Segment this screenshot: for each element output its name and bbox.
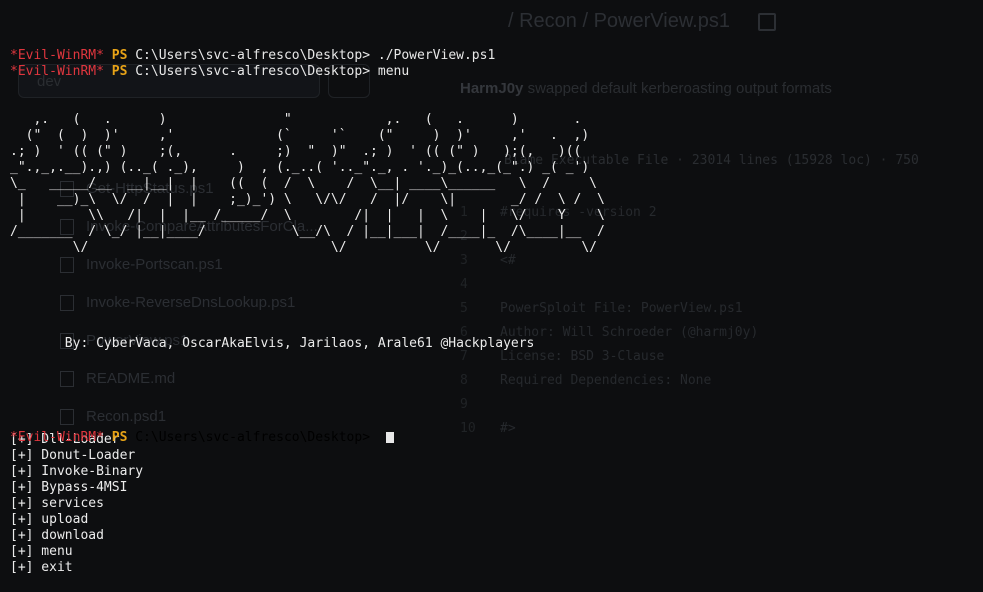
copy-icon <box>758 13 776 31</box>
command-line: *Evil-WinRM* PS C:\Users\svc-alfresco\De… <box>10 64 605 80</box>
terminal[interactable]: *Evil-WinRM* PS C:\Users\svc-alfresco\De… <box>10 16 605 592</box>
prompt-name: *Evil-WinRM* <box>10 430 104 445</box>
prompt-ps: PS <box>111 430 128 445</box>
menu-item: [+] menu <box>10 544 73 559</box>
prompt-name: *Evil-WinRM* <box>10 64 104 79</box>
command-text: menu <box>377 64 410 79</box>
menu-item: [+] Invoke-Binary <box>10 464 144 479</box>
menu-item: [+] services <box>10 496 104 511</box>
prompt-name: *Evil-WinRM* <box>10 48 104 63</box>
command-history: *Evil-WinRM* PS C:\Users\svc-alfresco\De… <box>10 48 605 80</box>
command-line: *Evil-WinRM* PS C:\Users\svc-alfresco\De… <box>10 48 605 64</box>
menu-item: [+] download <box>10 528 104 543</box>
menu-item: [+] upload <box>10 512 89 527</box>
evil-winrm-banner: ,. ( . ) " ,. ( . ) . (" ( ) )' ,' (` '`… <box>10 112 605 255</box>
command-text: ./PowerView.ps1 <box>377 48 496 63</box>
menu-item: [+] Donut-Loader <box>10 448 136 463</box>
menu-item: [+] exit <box>10 560 73 575</box>
menu-list: [+] Dll-Loader [+] Donut-Loader [+] Invoke… <box>10 432 605 576</box>
prompt-path: C:\Users\svc-alfresco\Desktop> <box>135 48 371 63</box>
current-prompt[interactable]: *Evil-WinRM* PS C:\Users\svc-alfresco\De… <box>10 430 378 446</box>
prompt-ps: PS <box>111 48 128 63</box>
prompt-path: C:\Users\svc-alfresco\Desktop> <box>135 64 371 79</box>
prompt-ps: PS <box>111 64 128 79</box>
text-cursor <box>386 432 394 443</box>
banner-credits: By: CyberVaca, OscarAkaElvis, Jarilaos, … <box>10 336 535 351</box>
prompt-path: C:\Users\svc-alfresco\Desktop> <box>135 430 378 445</box>
menu-item: [+] Bypass-4MSI <box>10 480 128 495</box>
